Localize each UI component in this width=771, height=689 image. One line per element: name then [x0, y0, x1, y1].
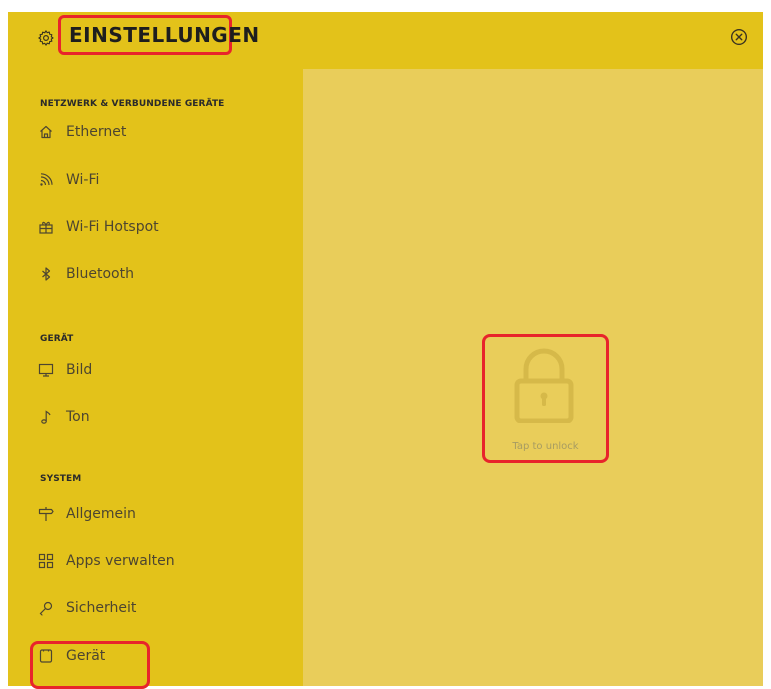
- sidebar-item-label: Ethernet: [66, 124, 127, 140]
- sidebar-item-wifi-hotspot[interactable]: Wi-Fi Hotspot: [26, 210, 286, 244]
- close-icon[interactable]: [728, 26, 750, 48]
- section-title-device: GERÄT: [40, 334, 74, 344]
- sidebar-item-label: Bild: [66, 362, 93, 378]
- sidebar-item-geraet[interactable]: Gerät: [26, 639, 286, 673]
- settings-sidebar: NETZWERK & VERBUNDENE GERÄTE Ethernet Wi…: [8, 69, 303, 689]
- sidebar-item-label: Gerät: [66, 648, 106, 664]
- apps-grid-icon: [38, 553, 54, 569]
- sidebar-item-label: Bluetooth: [66, 266, 134, 282]
- sidebar-item-label: Sicherheit: [66, 600, 137, 616]
- sidebar-item-label: Wi-Fi Hotspot: [66, 219, 159, 235]
- signpost-icon: [38, 506, 54, 522]
- monitor-icon: [38, 362, 54, 378]
- sidebar-item-label: Apps verwalten: [66, 553, 175, 569]
- music-note-icon: [38, 409, 54, 425]
- unlock-panel[interactable]: Tap to unlock: [482, 334, 609, 463]
- settings-window: EINSTELLUNGEN NETZWERK & VERBUNDENE GERÄ…: [8, 12, 763, 689]
- page-title: EINSTELLUNGEN: [69, 23, 260, 47]
- sidebar-item-ton[interactable]: Ton: [26, 400, 286, 434]
- title-highlight: EINSTELLUNGEN: [58, 15, 259, 55]
- header-bar: EINSTELLUNGEN: [8, 12, 763, 69]
- hotspot-icon: [38, 219, 54, 235]
- section-title-network: NETZWERK & VERBUNDENE GERÄTE: [40, 99, 225, 109]
- sidebar-item-bild[interactable]: Bild: [26, 353, 286, 387]
- sidebar-item-bluetooth[interactable]: Bluetooth: [26, 257, 286, 291]
- lock-icon: [514, 348, 574, 423]
- home-icon: [38, 124, 54, 140]
- sidebar-item-label: Allgemein: [66, 506, 136, 522]
- key-icon: [38, 600, 54, 616]
- sidebar-item-ethernet[interactable]: Ethernet: [26, 115, 286, 149]
- bluetooth-icon: [38, 266, 54, 282]
- sidebar-item-label: Ton: [66, 409, 90, 425]
- sidebar-item-sicherheit[interactable]: Sicherheit: [26, 591, 286, 625]
- sidebar-item-apps-verwalten[interactable]: Apps verwalten: [26, 544, 286, 578]
- wifi-icon: [38, 172, 54, 188]
- sidebar-item-label: Wi-Fi: [66, 172, 100, 188]
- device-icon: [38, 648, 54, 664]
- sidebar-item-wifi[interactable]: Wi-Fi: [26, 163, 286, 197]
- unlock-label: Tap to unlock: [512, 441, 579, 452]
- sidebar-item-allgemein[interactable]: Allgemein: [26, 497, 286, 531]
- gear-icon: [38, 30, 54, 46]
- section-title-system: SYSTEM: [40, 474, 82, 484]
